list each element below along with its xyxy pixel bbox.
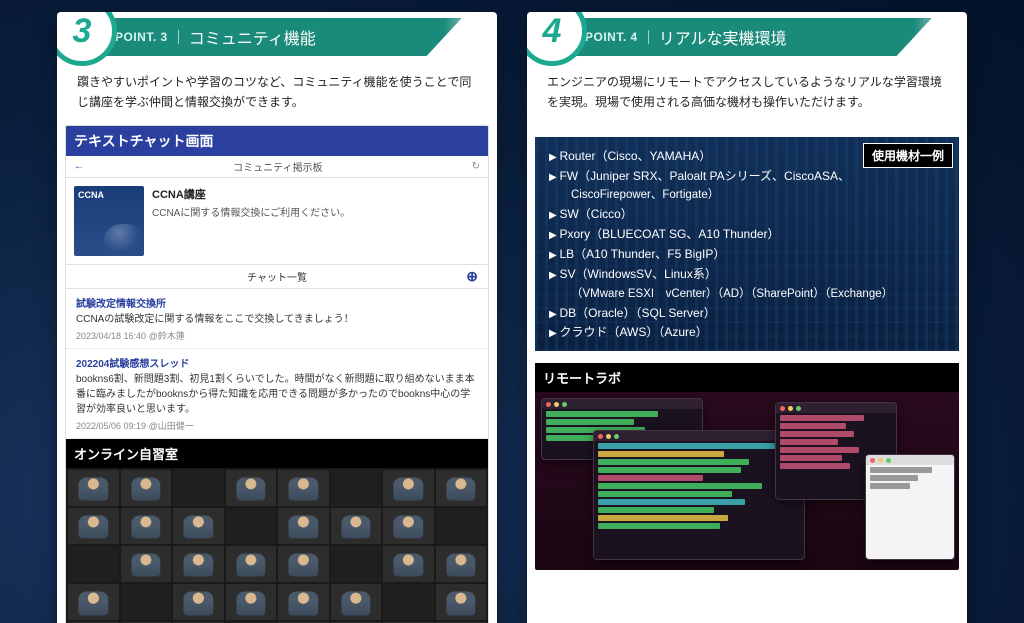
participant-tile[interactable]	[331, 470, 382, 506]
chat-topbar: ← コミュニティ掲示板 ↻	[66, 156, 488, 178]
participant-tile[interactable]	[226, 470, 277, 506]
participant-tile[interactable]	[121, 508, 172, 544]
card3-screenshot: テキストチャット画面 ← コミュニティ掲示板 ↻ CCNA CCNA講座 CCN…	[65, 125, 489, 623]
participant-tile[interactable]	[226, 508, 277, 544]
participant-tile[interactable]	[436, 470, 487, 506]
participant-tile[interactable]	[226, 584, 277, 620]
point-label: POINT. 3	[115, 30, 179, 44]
participant-tile[interactable]	[436, 584, 487, 620]
card4-header: 4 POINT. 4 リアルな実機環境	[527, 12, 967, 62]
community-board-label: コミュニティ掲示板	[233, 159, 322, 174]
equip-item: SV（WindowsSV、Linux系）（VMware ESXI vCenter…	[549, 265, 945, 304]
participant-tile[interactable]	[436, 508, 487, 544]
participant-tile[interactable]	[383, 508, 434, 544]
course-title: CCNA講座	[152, 186, 350, 202]
thread-item[interactable]: 202204試験感想スレッド bookns6割、新問題3割、初見1割くらいでした…	[66, 349, 488, 439]
participant-tile[interactable]	[383, 546, 434, 582]
thread-body: bookns6割、新問題3割、初見1割くらいでした。時間がなく新問題に取り組めな…	[76, 372, 478, 417]
course-block: CCNA CCNA講座 CCNAに関する情報交換にご利用ください。	[66, 178, 488, 264]
participant-tile[interactable]	[278, 584, 329, 620]
equip-sub: CiscoFirepower、Fortigate）	[571, 186, 945, 205]
equipment-tag: 使用機材一例	[863, 143, 953, 168]
chat-list-header: チャット一覧 ⊕	[66, 264, 488, 289]
thread-meta: 2023/04/18 16:40 @鈴木蓮	[76, 329, 478, 342]
point-title: リアルな実機環境	[659, 25, 787, 49]
add-thread-icon[interactable]: ⊕	[466, 268, 478, 285]
remote-lab-title: リモートラボ	[535, 363, 959, 392]
course-subtitle: CCNAに関する情報交換にご利用ください。	[152, 204, 350, 219]
participant-tile[interactable]	[383, 584, 434, 620]
point-title: コミュニティ機能	[189, 25, 316, 49]
participant-tile[interactable]	[331, 508, 382, 544]
refresh-icon[interactable]: ↻	[472, 161, 480, 172]
thread-title: 202204試験感想スレッド	[76, 355, 478, 370]
terminal-window[interactable]	[865, 454, 955, 560]
cards-row: 3 POINT. 3 コミュニティ機能 躓きやすいポイントや学習のコツなど、コミ…	[0, 0, 1024, 623]
participant-tile[interactable]	[278, 508, 329, 544]
participant-tile[interactable]	[436, 546, 487, 582]
equip-item: FW（Juniper SRX、Paloalt PAシリーズ、CiscoASA、C…	[549, 167, 945, 206]
card3-header: 3 POINT. 3 コミュニティ機能	[57, 12, 497, 62]
thread-meta: 2022/05/06 09:19 @山田健一	[76, 419, 478, 432]
card4-screenshot: 使用機材一例 Router（Cisco、YAMAHA） FW（Juniper S…	[535, 125, 959, 570]
equip-item: SW（Cicco）	[549, 205, 945, 225]
equip-item: クラウド（AWS）（Azure）	[549, 323, 945, 343]
participant-tile[interactable]	[121, 584, 172, 620]
point-number-badge: 3	[57, 12, 117, 66]
point-number-badge: 4	[527, 12, 587, 66]
participant-tile[interactable]	[226, 546, 277, 582]
participant-tile[interactable]	[68, 584, 119, 620]
participant-tile[interactable]	[121, 470, 172, 506]
participant-tile[interactable]	[173, 546, 224, 582]
participant-tile[interactable]	[173, 508, 224, 544]
terminal-area	[535, 392, 959, 570]
participant-tile[interactable]	[331, 584, 382, 620]
video-grid	[66, 468, 488, 623]
card4-description: エンジニアの現場にリモートでアクセスしているようなリアルな学習環境を実現。現場で…	[527, 62, 967, 121]
participant-tile[interactable]	[173, 470, 224, 506]
back-icon[interactable]: ←	[74, 161, 84, 172]
participant-tile[interactable]	[173, 584, 224, 620]
equipment-list: Router（Cisco、YAMAHA） FW（Juniper SRX、Palo…	[535, 137, 959, 351]
thread-item[interactable]: 試験改定情報交換所 CCNAの試験改定に関する情報をここで交換してきましょう！ …	[66, 289, 488, 349]
participant-tile[interactable]	[278, 546, 329, 582]
participant-tile[interactable]	[278, 470, 329, 506]
chat-list-label: チャット一覧	[247, 269, 307, 284]
terminal-window[interactable]	[593, 430, 805, 560]
equip-item: LB（A10 Thunder、F5 BigIP）	[549, 245, 945, 265]
participant-tile[interactable]	[383, 470, 434, 506]
equipment-panel: 使用機材一例 Router（Cisco、YAMAHA） FW（Juniper S…	[535, 137, 959, 351]
chat-screen-title: テキストチャット画面	[66, 126, 488, 156]
card-point3: 3 POINT. 3 コミュニティ機能 躓きやすいポイントや学習のコツなど、コミ…	[57, 12, 497, 623]
online-study-title: オンライン自習室	[66, 439, 488, 468]
equip-sub: （VMware ESXI vCenter）（AD）（SharePoint）（Ex…	[571, 285, 945, 304]
thread-title: 試験改定情報交換所	[76, 295, 478, 310]
card3-description: 躓きやすいポイントや学習のコツなど、コミュニティ機能を使うことで同じ講座を学ぶ仲…	[57, 62, 497, 121]
participant-tile[interactable]	[68, 470, 119, 506]
equip-item: DB（Oracle）（SQL Server）	[549, 304, 945, 324]
course-thumb: CCNA	[74, 186, 144, 256]
card-point4: 4 POINT. 4 リアルな実機環境 エンジニアの現場にリモートでアクセスして…	[527, 12, 967, 623]
thread-body: CCNAの試験改定に関する情報をここで交換してきましょう！	[76, 312, 478, 327]
participant-tile[interactable]	[68, 508, 119, 544]
participant-tile[interactable]	[331, 546, 382, 582]
point-label: POINT. 4	[585, 30, 649, 44]
equip-item: Pxory（BLUECOAT SG、A10 Thunder）	[549, 225, 945, 245]
participant-tile[interactable]	[68, 546, 119, 582]
participant-tile[interactable]	[121, 546, 172, 582]
